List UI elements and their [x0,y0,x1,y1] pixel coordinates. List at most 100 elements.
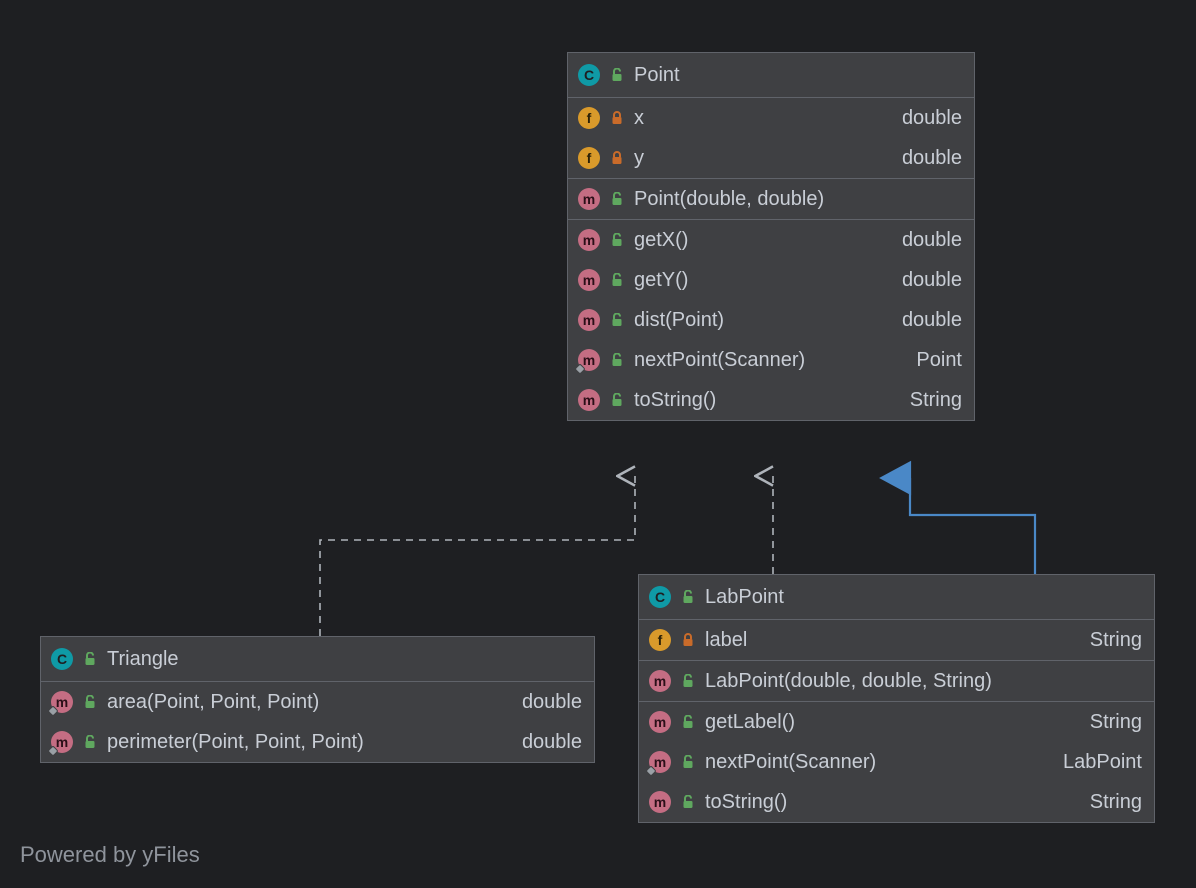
field-type: double [902,107,962,130]
constructor-sig: Point(double, double) [634,188,962,211]
class-header-section: C LabPoint [639,575,1154,619]
methods-section: m getLabel() String m nextPoint(Scanner)… [639,701,1154,822]
method-row: m getLabel() String [639,702,1154,742]
field-type: double [902,147,962,170]
class-header-section: C Triangle [41,637,594,681]
method-type: LabPoint [1063,751,1142,774]
method-sig: getLabel() [705,711,1080,734]
method-sig: getX() [634,229,892,252]
method-row: m perimeter(Point, Point, Point) double [41,722,594,762]
constructors-section: m LabPoint(double, double, String) [639,660,1154,701]
public-icon [681,795,695,809]
class-box-triangle[interactable]: C Triangle m area(Point, Point, Point) d… [40,636,595,763]
method-icon: m [649,670,671,692]
field-icon: f [578,107,600,129]
constructor-sig: LabPoint(double, double, String) [705,670,1142,693]
field-icon: f [578,147,600,169]
class-box-labpoint[interactable]: C LabPoint f label String m [638,574,1155,823]
field-row: f label String [639,620,1154,660]
constructor-row: m LabPoint(double, double, String) [639,661,1154,701]
public-icon [610,273,624,287]
method-type: double [902,309,962,332]
method-type: String [910,389,962,412]
field-type: String [1090,629,1142,652]
class-name: Triangle [107,648,582,671]
public-icon [83,652,97,666]
static-marker-icon [47,705,58,716]
methods-section: m area(Point, Point, Point) double m per… [41,681,594,762]
public-icon [681,674,695,688]
constructors-section: m Point(double, double) [568,178,974,219]
method-icon: m [578,309,600,331]
static-marker-icon [47,745,58,756]
field-icon: f [649,629,671,651]
field-row: f y double [568,138,974,178]
method-sig: getY() [634,269,892,292]
private-icon [681,633,695,647]
class-name: Point [634,64,962,87]
method-type: double [902,229,962,252]
public-icon [83,695,97,709]
class-box-point[interactable]: C Point f x double f y [567,52,975,421]
constructor-row: m Point(double, double) [568,179,974,219]
method-type: double [522,691,582,714]
fields-section: f label String [639,619,1154,660]
method-sig: toString() [634,389,900,412]
public-icon [610,393,624,407]
method-icon: m [649,751,671,773]
method-sig: nextPoint(Scanner) [634,349,906,372]
public-icon [610,192,624,206]
method-sig: nextPoint(Scanner) [705,751,1053,774]
public-icon [610,233,624,247]
method-icon: m [649,791,671,813]
method-type: String [1090,711,1142,734]
method-sig: toString() [705,791,1080,814]
class-header-section: C Point [568,53,974,97]
class-header-row: C Triangle [41,637,594,681]
method-row: m toString() String [568,380,974,420]
static-marker-icon [645,765,656,776]
field-name: y [634,147,892,170]
public-icon [610,353,624,367]
method-sig: dist(Point) [634,309,892,332]
class-icon: C [578,64,600,86]
class-name: LabPoint [705,586,1142,609]
public-icon [681,755,695,769]
method-row: m area(Point, Point, Point) double [41,682,594,722]
public-icon [610,313,624,327]
method-type: double [902,269,962,292]
method-row: m nextPoint(Scanner) Point [568,340,974,380]
public-icon [681,715,695,729]
method-icon: m [51,691,73,713]
field-row: f x double [568,98,974,138]
method-icon: m [578,269,600,291]
footer-credit: Powered by yFiles [20,842,200,868]
method-row: m toString() String [639,782,1154,822]
class-header-row: C Point [568,53,974,97]
fields-section: f x double f y double [568,97,974,178]
methods-section: m getX() double m getY() double m [568,219,974,420]
method-sig: perimeter(Point, Point, Point) [107,731,512,754]
method-row: m nextPoint(Scanner) LabPoint [639,742,1154,782]
public-icon [681,590,695,604]
edge-labpoint-point-inheritance [910,478,1035,574]
diagram-canvas: C Point f x double f y [0,0,1196,888]
private-icon [610,111,624,125]
public-icon [610,68,624,82]
method-icon: m [578,389,600,411]
method-row: m getY() double [568,260,974,300]
method-icon: m [578,349,600,371]
method-icon: m [578,229,600,251]
method-type: String [1090,791,1142,814]
class-icon: C [649,586,671,608]
method-sig: area(Point, Point, Point) [107,691,512,714]
field-name: x [634,107,892,130]
method-type: double [522,731,582,754]
edge-triangle-point [320,476,635,636]
method-icon: m [578,188,600,210]
method-icon: m [51,731,73,753]
static-marker-icon [574,363,585,374]
private-icon [610,151,624,165]
field-name: label [705,629,1080,652]
class-header-row: C LabPoint [639,575,1154,619]
